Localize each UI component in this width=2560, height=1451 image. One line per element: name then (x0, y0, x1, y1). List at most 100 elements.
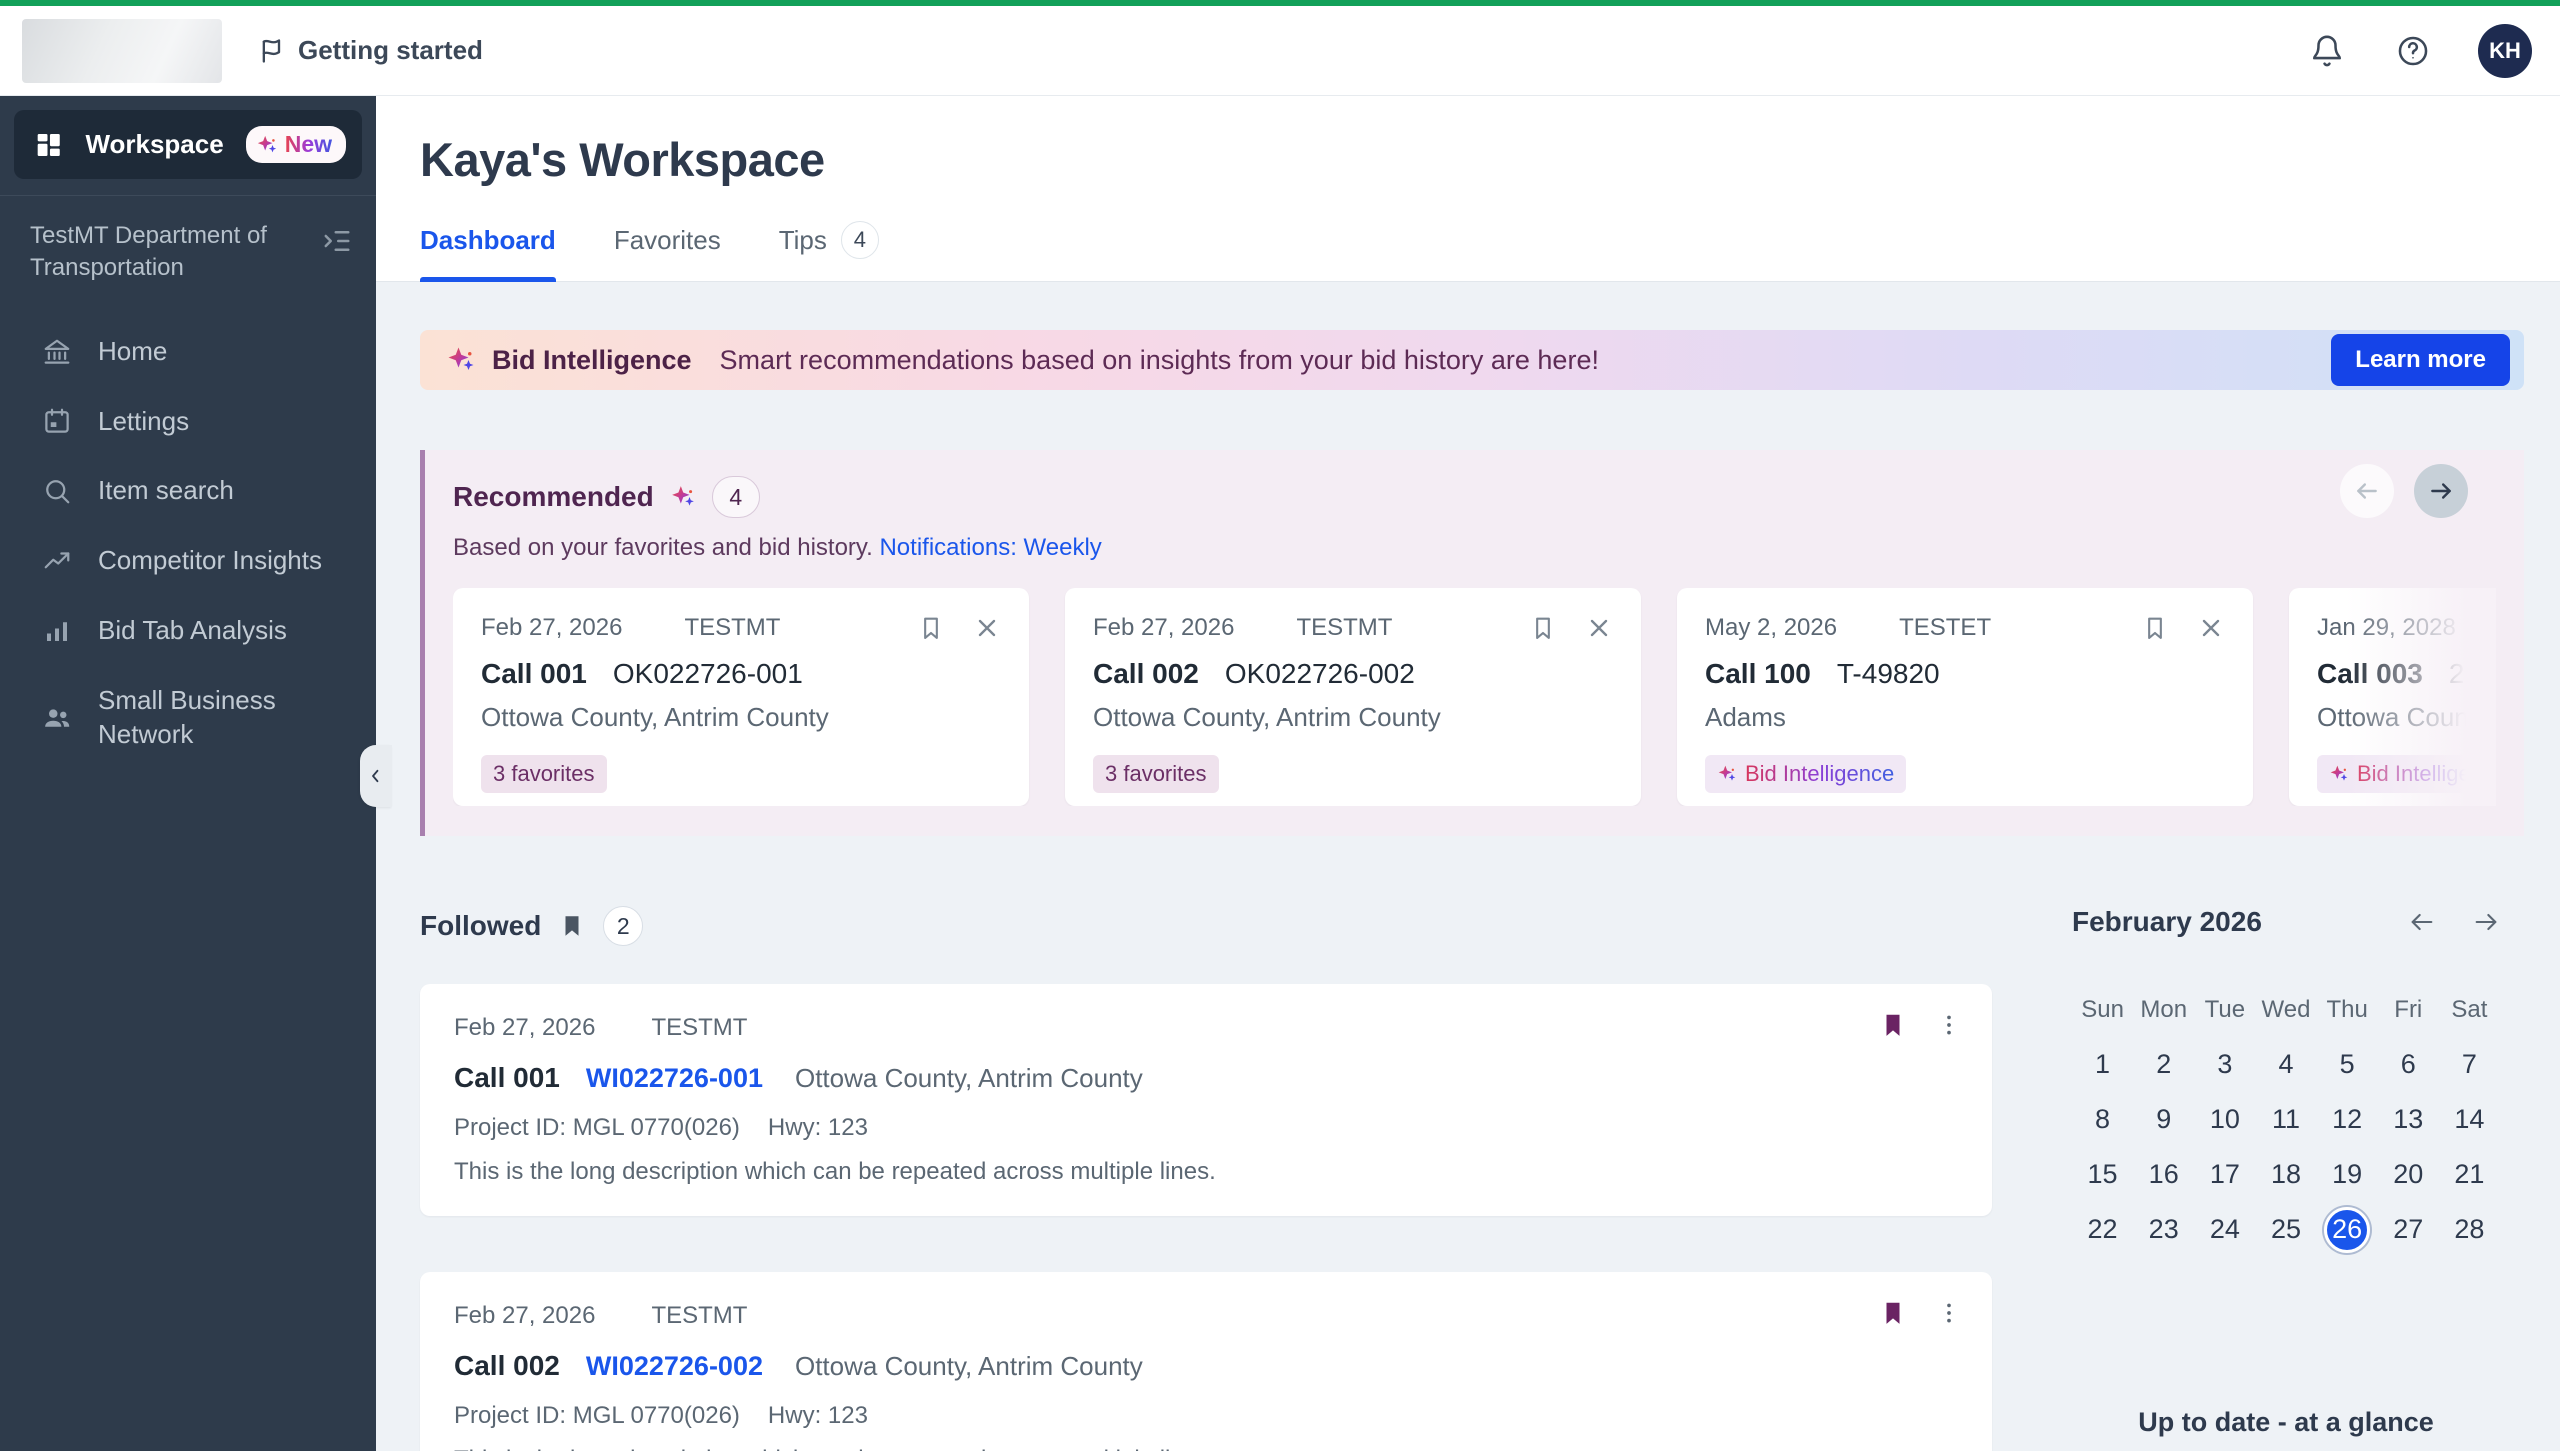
calendar-day-header: Fri (2394, 995, 2423, 1023)
calendar-day[interactable]: 25 (2263, 1207, 2309, 1253)
project-id: Project ID: MGL 0770(026) (454, 1402, 740, 1429)
calendar-day[interactable]: 8 (2080, 1097, 2126, 1143)
help-icon[interactable] (2396, 34, 2430, 68)
tab-favorites[interactable]: Favorites (614, 221, 721, 281)
bookmark-filled-icon[interactable] (1880, 1298, 1906, 1328)
kebab-menu-icon[interactable] (1936, 1012, 1962, 1038)
getting-started-button[interactable]: Getting started (258, 35, 483, 66)
calendar-day-selected[interactable]: 26 (2324, 1206, 2371, 1253)
card-code-link[interactable]: WI022726-002 (586, 1351, 763, 1382)
recommended-card[interactable]: Feb 27, 2026 TESTMT Call 002 OK022726-00… (1065, 588, 1641, 806)
dismiss-icon[interactable] (973, 614, 1001, 642)
calendar-day-header: Sat (2451, 995, 2488, 1023)
tab-tips[interactable]: Tips 4 (779, 221, 879, 281)
calendar-day[interactable]: 7 (2446, 1042, 2492, 1088)
card-code: T-49820 (1836, 658, 1940, 689)
workspace-header: Kaya's Workspace Dashboard Favorites Tip… (376, 96, 2560, 282)
arrow-left-icon (2357, 483, 2377, 499)
user-avatar[interactable]: KH (2478, 23, 2532, 78)
sidebar-item-home[interactable]: Home (0, 317, 376, 387)
sidebar-item-small-business-network[interactable]: Small Business Network (0, 666, 376, 770)
banner-message: Smart recommendations based on insights … (719, 344, 1599, 375)
recommended-card[interactable]: May 2, 2026 TESTET Call 100 T-49820 Adam… (1677, 588, 2253, 806)
card-description: This is the long description which can b… (454, 1446, 1958, 1451)
dismiss-icon[interactable] (1585, 614, 1613, 642)
calendar-day[interactable]: 24 (2202, 1207, 2248, 1253)
notifications-bell-icon[interactable] (2310, 34, 2344, 68)
calendar-day[interactable]: 10 (2202, 1097, 2248, 1143)
card-code: OK022726-002 (1224, 658, 1415, 689)
calendar-day[interactable]: 16 (2141, 1152, 2187, 1198)
tab-bar: Dashboard Favorites Tips 4 (420, 221, 2524, 282)
card-location: Adams (1705, 702, 1786, 732)
calendar-day[interactable]: 12 (2324, 1097, 2370, 1143)
calendar-day-header: Mon (2140, 995, 2188, 1023)
calendar-icon (45, 409, 69, 434)
calendar-day[interactable]: 3 (2202, 1042, 2248, 1088)
calendar-day[interactable]: 18 (2263, 1152, 2309, 1198)
calendar-day[interactable]: 20 (2385, 1152, 2431, 1198)
main-area: Kaya's Workspace Dashboard Favorites Tip… (376, 96, 2560, 1451)
bookmark-icon[interactable] (917, 614, 945, 642)
calendar-day[interactable]: 15 (2080, 1152, 2126, 1198)
calendar-day[interactable]: 5 (2324, 1042, 2370, 1088)
tab-label: Tips (778, 224, 827, 255)
calendar-day[interactable]: 1 (2080, 1042, 2126, 1088)
getting-started-label: Getting started (298, 35, 483, 65)
calendar-prev-icon[interactable] (2408, 908, 2436, 936)
followed-card[interactable]: Feb 27, 2026 TESTMT Call 001 WI022726-00… (420, 984, 1992, 1216)
calendar-day[interactable]: 4 (2263, 1042, 2309, 1088)
learn-more-button[interactable]: Learn more (2331, 334, 2510, 386)
card-description: This is the long description which can b… (454, 1158, 1216, 1185)
bookmark-icon[interactable] (2141, 614, 2169, 642)
card-location: Ottowa County, Antrim County (481, 702, 829, 732)
calendar-day[interactable]: 22 (2080, 1207, 2126, 1253)
carousel-next-button[interactable] (2414, 464, 2468, 518)
bid-intelligence-badge: Bid Intelligence (2317, 755, 2496, 793)
calendar-day[interactable]: 17 (2202, 1152, 2248, 1198)
recommended-card[interactable]: Feb 27, 2026 TESTMT Call 001 OK022726-00… (453, 588, 1029, 806)
tab-dashboard[interactable]: Dashboard (420, 221, 556, 282)
sidebar-item-competitor-insights[interactable]: Competitor Insights (0, 526, 376, 596)
card-code-link[interactable]: WI022726-001 (586, 1063, 763, 1094)
calendar-day[interactable]: 9 (2141, 1097, 2187, 1143)
calendar-day[interactable]: 11 (2263, 1097, 2309, 1143)
bookmark-icon[interactable] (1529, 614, 1557, 642)
calendar-day[interactable]: 14 (2446, 1097, 2492, 1143)
sidebar-item-workspace[interactable]: Workspace New (14, 110, 362, 179)
bookmark-filled-icon[interactable] (1880, 1010, 1906, 1040)
bid-intelligence-badge-label: Bid Intelligence (1745, 761, 1895, 786)
card-call: Call 100 (1705, 658, 1811, 689)
calendar-day[interactable]: 28 (2446, 1207, 2492, 1253)
sidebar-item-bid-tab-analysis[interactable]: Bid Tab Analysis (0, 596, 376, 666)
calendar-day[interactable]: 23 (2141, 1207, 2187, 1253)
calendar-day[interactable]: 2 (2141, 1042, 2187, 1088)
calendar-month-label: February 2026 (2072, 906, 2262, 937)
calendar-day[interactable]: 13 (2385, 1097, 2431, 1143)
calendar-day[interactable]: 21 (2446, 1152, 2492, 1198)
dismiss-icon[interactable] (2197, 614, 2225, 642)
card-date: Feb 27, 2026 (481, 614, 623, 641)
card-org: TESTMT (1296, 614, 1393, 641)
carousel-prev-button[interactable] (2340, 464, 2394, 518)
recommended-card[interactable]: Jan 29, 2028 TESTMT Call 003 251029PB1-0… (2289, 588, 2496, 806)
calendar-day-header: Tue (2204, 995, 2246, 1023)
recommended-count-badge: 4 (711, 476, 760, 518)
calendar-day[interactable]: 27 (2385, 1207, 2431, 1253)
sidebar-item-item-search[interactable]: Item search (0, 456, 376, 526)
sidebar-item-lettings[interactable]: Lettings (0, 387, 376, 457)
sparkles-icon (448, 347, 474, 370)
hwy: Hwy: 123 (767, 1114, 868, 1141)
card-code: OK022726-001 (612, 658, 803, 689)
bid-intelligence-banner: Bid Intelligence Smart recommendations b… (420, 330, 2524, 390)
followed-header: Followed 2 (420, 906, 1992, 946)
avatar-initials: KH (2489, 37, 2521, 63)
sidebar-collapse-handle[interactable] (360, 745, 392, 807)
kebab-menu-icon[interactable] (1936, 1300, 1962, 1326)
calendar-day[interactable]: 19 (2324, 1152, 2370, 1198)
indent-collapse-icon[interactable] (322, 226, 352, 256)
calendar-next-icon[interactable] (2472, 908, 2500, 936)
followed-card[interactable]: Feb 27, 2026 TESTMT Call 002 WI022726-00… (420, 1272, 1992, 1451)
calendar-day[interactable]: 6 (2385, 1042, 2431, 1088)
notifications-weekly-link[interactable]: Notifications: Weekly (879, 534, 1101, 561)
